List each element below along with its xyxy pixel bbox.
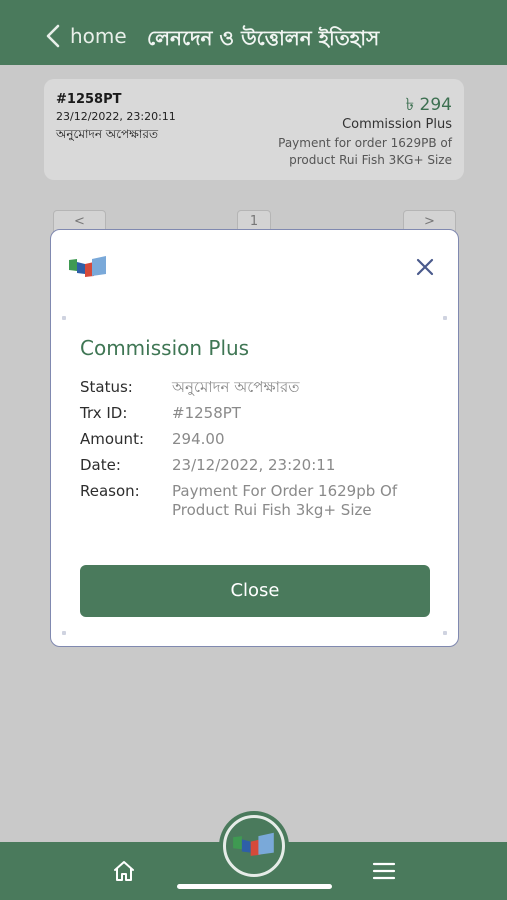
close-button[interactable]: Close xyxy=(80,565,430,617)
detail-row-date: Date: 23/12/2022, 23:20:11 xyxy=(80,456,412,475)
back-label: home xyxy=(70,24,127,48)
trx-id-value: #1258PT xyxy=(172,404,241,422)
reason-label: Reason: xyxy=(80,482,140,500)
status-label: Status: xyxy=(80,378,133,396)
brand-logo-icon xyxy=(233,832,274,856)
detail-row-amount: Amount: 294.00 xyxy=(80,430,412,449)
center-home-button[interactable] xyxy=(223,815,285,877)
corner-mark xyxy=(443,316,447,320)
transaction-status: অনুমোদন অপেক্ষারত xyxy=(56,127,158,141)
transaction-detail-modal: Commission Plus Status: অনুমোদন অপেক্ষার… xyxy=(50,229,459,647)
amount-value: 294.00 xyxy=(172,430,225,448)
home-indicator[interactable] xyxy=(177,884,332,889)
back-button[interactable]: home xyxy=(46,24,127,48)
date-label: Date: xyxy=(80,456,121,474)
detail-row-status: Status: অনুমোদন অপেক্ষারত xyxy=(80,378,412,397)
transaction-description: Payment for order 1629PB of product Rui … xyxy=(278,136,452,167)
chevron-left-icon xyxy=(46,24,60,48)
page-title: লেনদেন ও উত্তোলন ইতিহাস xyxy=(147,26,380,50)
menu-icon[interactable] xyxy=(372,861,396,881)
trx-id-label: Trx ID: xyxy=(80,404,128,422)
amount-label: Amount: xyxy=(80,430,144,448)
modal-title: Commission Plus xyxy=(80,336,250,360)
transaction-id: #1258PT xyxy=(56,92,122,107)
corner-mark xyxy=(62,316,66,320)
date-value: 23/12/2022, 23:20:11 xyxy=(172,456,336,474)
close-icon[interactable] xyxy=(414,256,436,278)
app-header: home লেনদেন ও উত্তোলন ইতিহাস xyxy=(0,0,507,65)
transaction-type: Commission Plus xyxy=(342,117,452,132)
status-value: অনুমোদন অপেক্ষারত xyxy=(172,378,300,396)
reason-value: Payment For Order 1629pb Of Product Rui … xyxy=(172,482,398,519)
brand-logo-icon xyxy=(69,256,106,277)
transaction-card[interactable]: #1258PT 23/12/2022, 23:20:11 অনুমোদন অপে… xyxy=(44,79,464,180)
corner-mark xyxy=(443,631,447,635)
home-icon[interactable] xyxy=(112,859,136,883)
transaction-amount: ৳ 294 xyxy=(405,95,452,115)
detail-row-reason: Reason: Payment For Order 1629pb Of Prod… xyxy=(80,482,412,520)
corner-mark xyxy=(62,631,66,635)
detail-list: Status: অনুমোদন অপেক্ষারত Trx ID: #1258P… xyxy=(80,378,412,527)
transaction-date: 23/12/2022, 23:20:11 xyxy=(56,110,176,123)
detail-row-trx-id: Trx ID: #1258PT xyxy=(80,404,412,423)
